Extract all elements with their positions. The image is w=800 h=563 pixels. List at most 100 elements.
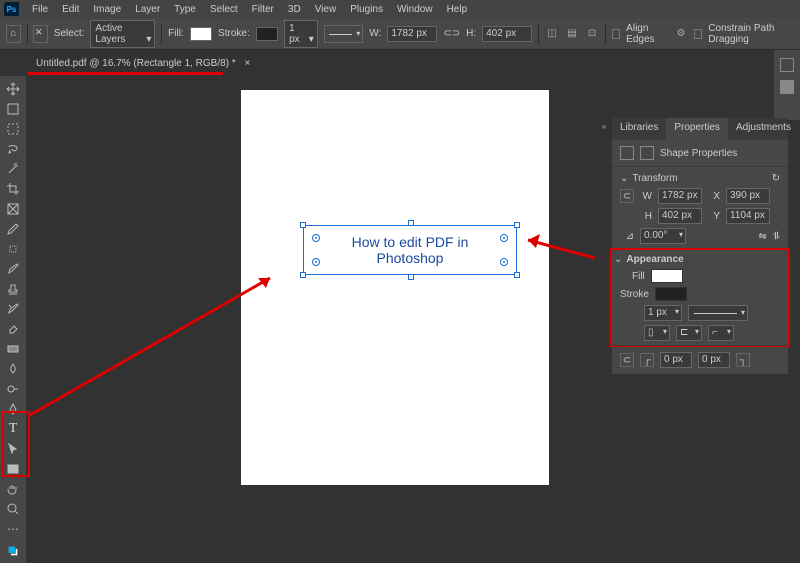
document-tab-title: Untitled.pdf @ 16.7% (Rectangle 1, RGB/8… xyxy=(36,58,236,69)
panel-tabs: « Libraries Properties Adjustments xyxy=(612,118,788,140)
reset-icon[interactable]: ↻ xyxy=(772,173,780,184)
tab-properties[interactable]: Properties xyxy=(666,118,728,140)
flip-h-icon[interactable]: ⇋ xyxy=(758,231,766,242)
link-corners-icon[interactable]: ⊂ xyxy=(620,353,634,367)
properties-panel: ≡ « Libraries Properties Adjustments Sha… xyxy=(612,118,788,374)
menu-3d[interactable]: 3D xyxy=(281,2,308,17)
options-bar: ⌂ Select: Active Layers Fill: Stroke: 1 … xyxy=(0,18,800,50)
eraser-tool[interactable] xyxy=(2,319,24,339)
stroke-corners-dropdown[interactable]: ⌐ xyxy=(708,325,734,341)
select-dropdown[interactable]: Active Layers xyxy=(90,20,155,48)
stroke-width-dropdown[interactable]: 1 px xyxy=(644,305,682,321)
corner-tl-input[interactable]: 0 px xyxy=(660,352,692,368)
menu-plugins[interactable]: Plugins xyxy=(343,2,390,17)
stroke-label: Stroke: xyxy=(218,28,250,39)
corner-tr-input[interactable]: 0 px xyxy=(698,352,730,368)
annotation-tool-highlight xyxy=(2,411,30,477)
tab-libraries[interactable]: Libraries xyxy=(612,118,666,140)
fill-swatch[interactable] xyxy=(190,27,212,41)
brush-tool[interactable] xyxy=(2,259,24,279)
width-label: W: xyxy=(369,28,381,39)
panel-collapse-icon[interactable]: « xyxy=(602,122,606,131)
frame-tool[interactable] xyxy=(2,199,24,219)
width-input[interactable] xyxy=(387,26,437,42)
flip-v-icon[interactable]: ⥮ xyxy=(773,231,780,242)
blur-tool[interactable] xyxy=(2,359,24,379)
chevron-down-icon[interactable]: ⌄ xyxy=(620,173,628,184)
marquee-tool[interactable] xyxy=(2,119,24,139)
stroke-swatch[interactable] xyxy=(256,27,278,41)
stroke-style-dropdown[interactable]: ▾ xyxy=(324,25,364,43)
mask-icon xyxy=(640,146,654,160)
link-wh-icon[interactable]: ⊂⊃ xyxy=(443,28,460,39)
prop-y-input[interactable]: 1104 px xyxy=(726,208,770,224)
align-edges-checkbox[interactable] xyxy=(612,29,620,39)
tab-adjustments[interactable]: Adjustments xyxy=(728,118,799,140)
align-edges-label: Align Edges xyxy=(626,23,668,45)
menu-type[interactable]: Type xyxy=(167,2,203,17)
corner-tr-icon: ┐ xyxy=(736,353,750,367)
history-brush-tool[interactable] xyxy=(2,299,24,319)
hand-tool[interactable] xyxy=(2,479,24,499)
text-content[interactable]: How to edit PDF in Photoshop xyxy=(304,226,516,266)
lasso-tool[interactable] xyxy=(2,139,24,159)
menu-layer[interactable]: Layer xyxy=(128,2,167,17)
stroke-width-input[interactable]: 1 px xyxy=(284,20,318,48)
gradient-tool[interactable] xyxy=(2,339,24,359)
menu-file[interactable]: File xyxy=(25,2,55,17)
eyedropper-tool[interactable] xyxy=(2,219,24,239)
chevron-down-icon[interactable]: ⌄ xyxy=(614,254,622,265)
tool-preset-icon[interactable] xyxy=(33,25,48,43)
pathops-icon[interactable]: ◫ xyxy=(545,26,559,42)
select-label: Select: xyxy=(54,28,85,39)
prop-w-input[interactable]: 1782 px xyxy=(658,188,702,204)
prop-h-input[interactable]: 402 px xyxy=(658,208,702,224)
gear-icon[interactable]: ⚙ xyxy=(674,26,688,42)
transform-section: ⌄Transform↻ ⊂ W1782 px X390 px H402 px Y… xyxy=(612,166,788,250)
stroke-caps-dropdown[interactable]: ⊏ xyxy=(676,325,702,341)
move-tool[interactable] xyxy=(2,79,24,99)
collapsed-panels xyxy=(774,50,800,120)
corner-tl-icon: ┌ xyxy=(640,353,654,367)
menu-help[interactable]: Help xyxy=(440,2,475,17)
menu-view[interactable]: View xyxy=(308,2,344,17)
crop-tool[interactable] xyxy=(2,179,24,199)
collapsed-panel-icon[interactable] xyxy=(780,58,794,72)
link-wh-icon[interactable]: ⊂ xyxy=(620,189,634,203)
foreground-background-swatch[interactable] xyxy=(2,539,24,563)
artboard-tool[interactable] xyxy=(2,99,24,119)
fill-swatch[interactable] xyxy=(651,269,683,283)
stroke-swatch[interactable] xyxy=(655,287,687,301)
panel-header: Shape Properties xyxy=(612,140,788,166)
menu-filter[interactable]: Filter xyxy=(245,2,281,17)
stamp-tool[interactable] xyxy=(2,279,24,299)
height-input[interactable] xyxy=(482,26,532,42)
heal-tool[interactable] xyxy=(2,239,24,259)
tool-palette: T ⋯ xyxy=(0,76,26,563)
selected-shape[interactable]: How to edit PDF in Photoshop xyxy=(303,225,517,275)
appearance-title: Appearance xyxy=(626,254,683,265)
close-tab-icon[interactable]: × xyxy=(244,58,250,69)
constrain-checkbox[interactable] xyxy=(694,29,702,39)
more-tools-icon[interactable]: ⋯ xyxy=(2,519,24,539)
stroke-style-dropdown[interactable] xyxy=(688,305,748,321)
zoom-tool[interactable] xyxy=(2,499,24,519)
document-tab[interactable]: Untitled.pdf @ 16.7% (Rectangle 1, RGB/8… xyxy=(28,54,264,73)
prop-x-input[interactable]: 390 px xyxy=(726,188,770,204)
menu-edit[interactable]: Edit xyxy=(55,2,86,17)
wand-tool[interactable] xyxy=(2,159,24,179)
stroke-label: Stroke xyxy=(620,289,649,300)
app-logo: Ps xyxy=(4,2,19,16)
document-canvas[interactable]: How to edit PDF in Photoshop xyxy=(241,90,549,485)
angle-icon: ⊿ xyxy=(620,231,634,242)
dodge-tool[interactable] xyxy=(2,379,24,399)
menu-window[interactable]: Window xyxy=(390,2,440,17)
angle-input[interactable]: 0.00° xyxy=(640,228,686,244)
collapsed-panel-icon[interactable] xyxy=(780,80,794,94)
arrange-icon[interactable]: ⊡ xyxy=(585,26,599,42)
menu-image[interactable]: Image xyxy=(86,2,128,17)
align-icon[interactable]: ▤ xyxy=(565,26,579,42)
stroke-align-dropdown[interactable]: ▯ xyxy=(644,325,670,341)
menu-select[interactable]: Select xyxy=(203,2,245,17)
home-icon[interactable]: ⌂ xyxy=(6,25,21,43)
